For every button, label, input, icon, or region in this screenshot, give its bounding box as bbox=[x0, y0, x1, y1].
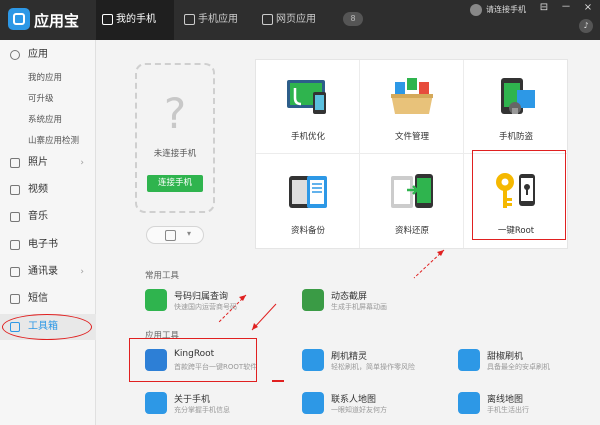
sidebar-item-photos[interactable]: 照片 › bbox=[0, 150, 96, 176]
app-logo-icon bbox=[8, 8, 30, 30]
section-label-common-tools: 常用工具 bbox=[145, 271, 180, 281]
contacts-icon bbox=[10, 267, 20, 277]
sms-icon bbox=[10, 294, 20, 304]
sidebar-item-ebook[interactable]: 电子书 bbox=[0, 232, 96, 258]
annotation-underline bbox=[272, 380, 284, 382]
tool-desc: 充分掌握手机信息 bbox=[174, 406, 230, 414]
sidebar-item-apps[interactable]: 应用 bbox=[0, 42, 96, 68]
notification-pill[interactable]: 8 bbox=[343, 12, 363, 26]
app-title: 应用宝 bbox=[34, 12, 80, 30]
tool-offline-map[interactable]: 离线地图 手机生活出行 bbox=[458, 389, 600, 419]
tool-desc: 快速国内运营商号码 bbox=[174, 303, 237, 311]
sidebar-item-sms[interactable]: 短信 bbox=[0, 286, 96, 312]
apps-icon bbox=[10, 50, 20, 60]
tool-desc: 具备最全的安卓刷机 bbox=[487, 363, 550, 371]
tool-name: 离线地图 bbox=[487, 395, 524, 405]
chevron-right-icon: › bbox=[80, 158, 84, 168]
browser-icon bbox=[262, 14, 273, 25]
bell-icon[interactable]: ♪ bbox=[579, 19, 593, 33]
sidebar-item-label: 照片 bbox=[28, 157, 48, 168]
screenshot-icon bbox=[302, 289, 324, 311]
tab-label: 我的手机 bbox=[116, 14, 156, 25]
phone-lookup-icon bbox=[145, 289, 167, 311]
login-link[interactable]: 请连接手机 bbox=[486, 4, 526, 15]
offline-map-icon bbox=[458, 392, 480, 414]
sidebar-item-music[interactable]: 音乐 bbox=[0, 204, 96, 230]
tool-about-phone[interactable]: 关于手机 充分掌握手机信息 bbox=[145, 389, 295, 419]
tool-desc: 轻松刷机，简单操作零风险 bbox=[331, 363, 415, 371]
sidebar-item-label: 音乐 bbox=[28, 211, 48, 222]
tool-contact-map[interactable]: 联系人地图 一眼知道好友何方 bbox=[302, 389, 452, 419]
contact-map-icon bbox=[302, 392, 324, 414]
sidebar-subitem-system-apps[interactable]: 系统应用 bbox=[28, 113, 62, 125]
sidebar-subitem-upgradable[interactable]: 可升级 bbox=[28, 92, 54, 104]
sidebar-subitem-fake-app-check[interactable]: 山寨应用检测 bbox=[28, 134, 79, 146]
chevron-right-icon: › bbox=[80, 267, 84, 277]
annotation-ellipse bbox=[2, 314, 92, 340]
tool-flash-wizard[interactable]: 刷机精灵 轻松刷机，简单操作零风险 bbox=[302, 346, 452, 376]
avatar[interactable] bbox=[470, 4, 482, 16]
ebook-icon bbox=[10, 240, 20, 250]
sidebar-item-video[interactable]: 视频 bbox=[0, 177, 96, 203]
sidebar-item-label: 电子书 bbox=[28, 239, 58, 250]
phone-icon bbox=[102, 14, 113, 25]
tool-pepper-flash[interactable]: 甜椒刷机 具备最全的安卓刷机 bbox=[458, 346, 600, 376]
tool-desc: 生成手机屏幕动画 bbox=[331, 303, 387, 311]
main-panel: ? 未连接手机 连接手机 ▾ 手机优化 文件管理 手机防盗 资料备份 资料还原 … bbox=[96, 40, 600, 425]
tool-name: 动态截屏 bbox=[331, 292, 368, 302]
phone-info-icon bbox=[145, 392, 167, 414]
sidebar: 应用 我的应用 可升级 系统应用 山寨应用检测 照片 › 视频 音乐 电子书 通… bbox=[0, 40, 96, 425]
flash-wizard-icon bbox=[302, 349, 324, 371]
sidebar-item-label: 通讯录 bbox=[28, 266, 58, 277]
title-bar: 应用宝 我的手机 手机应用 网页应用 8 请连接手机 ⊟ － × ♪ bbox=[0, 0, 600, 40]
tool-name: 联系人地图 bbox=[331, 395, 377, 405]
sidebar-subitem-my-apps[interactable]: 我的应用 bbox=[28, 71, 62, 83]
sidebar-item-label: 应用 bbox=[28, 49, 48, 60]
skin-button[interactable]: ⊟ bbox=[538, 2, 550, 14]
pepper-flash-icon bbox=[458, 349, 480, 371]
tool-name: 刷机精灵 bbox=[331, 352, 368, 362]
tool-name: 号码归属查询 bbox=[174, 292, 229, 302]
tool-name: 关于手机 bbox=[174, 395, 211, 405]
tool-dynamic-screenshot[interactable]: 动态截屏 生成手机屏幕动画 bbox=[302, 286, 452, 316]
tool-desc: 手机生活出行 bbox=[487, 406, 529, 414]
tool-name: 甜椒刷机 bbox=[487, 352, 524, 362]
photo-icon bbox=[10, 158, 20, 168]
tab-label: 网页应用 bbox=[276, 14, 316, 25]
music-icon bbox=[10, 212, 20, 222]
mail-icon bbox=[184, 14, 195, 25]
annotation-box-kingroot bbox=[129, 338, 257, 382]
video-icon bbox=[10, 185, 20, 195]
tool-phone-lookup[interactable]: 号码归属查询 快速国内运营商号码 bbox=[145, 286, 295, 316]
sidebar-item-contacts[interactable]: 通讯录 › bbox=[0, 259, 96, 285]
tab-my-phone[interactable]: 我的手机 bbox=[96, 0, 174, 40]
tab-web-apps[interactable]: 网页应用 bbox=[256, 0, 330, 40]
minimize-button[interactable]: － bbox=[560, 2, 572, 14]
tab-phone-apps[interactable]: 手机应用 bbox=[178, 0, 252, 40]
sidebar-item-label: 短信 bbox=[28, 293, 48, 304]
tool-desc: 一眼知道好友何方 bbox=[331, 406, 387, 414]
tab-label: 手机应用 bbox=[198, 14, 238, 25]
close-button[interactable]: × bbox=[582, 2, 594, 14]
sidebar-item-label: 视频 bbox=[28, 184, 48, 195]
